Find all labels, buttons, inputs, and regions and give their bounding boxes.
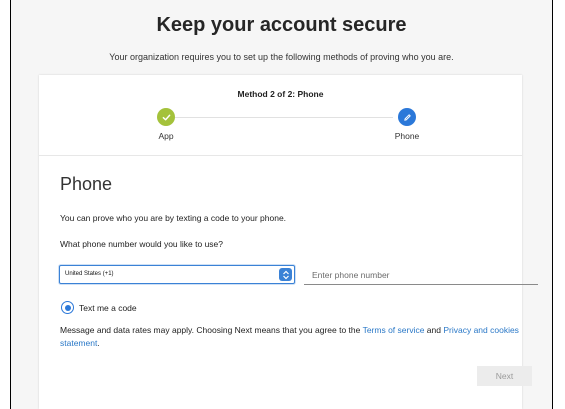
text-code-radio[interactable] [61, 301, 74, 314]
pencil-icon [403, 113, 411, 121]
page-frame: Keep your account secure Your organizati… [10, 0, 553, 409]
page-subtitle: Your organization requires you to set up… [109, 52, 454, 62]
checkmark-icon [162, 114, 170, 120]
phone-question: What phone number would you like to use? [60, 239, 224, 249]
disclaimer-end: . [97, 338, 100, 348]
disclaimer: Message and data rates may apply. Choosi… [60, 324, 530, 350]
terms-of-service-link[interactable]: Terms of service [363, 325, 425, 335]
page-title: Keep your account secure [156, 14, 407, 36]
disclaimer-text: Message and data rates may apply. Choosi… [60, 325, 363, 335]
text-code-radio-label[interactable]: Text me a code [79, 303, 137, 313]
method-label: Method 2 of 2: Phone [237, 89, 324, 99]
step-app-indicator [157, 108, 175, 126]
disclaimer-and: and [424, 325, 444, 335]
section-description: You can prove who you are by texting a c… [60, 213, 287, 223]
next-button[interactable]: Next [477, 366, 532, 386]
select-arrows-icon [279, 268, 292, 281]
phone-number-input[interactable] [304, 265, 538, 285]
step-app-label: App [158, 131, 174, 141]
section-title: Phone [60, 174, 113, 194]
step-phone-label: Phone [394, 131, 420, 141]
divider [39, 155, 522, 156]
progress-line [169, 117, 393, 118]
step-phone-indicator [398, 108, 416, 126]
setup-card: Method 2 of 2: Phone App Phone Phone You… [39, 75, 538, 409]
country-code-select[interactable]: United States (+1) [59, 265, 295, 284]
radio-selected-dot [64, 304, 71, 311]
country-selected-value: United States (+1) [65, 271, 114, 277]
